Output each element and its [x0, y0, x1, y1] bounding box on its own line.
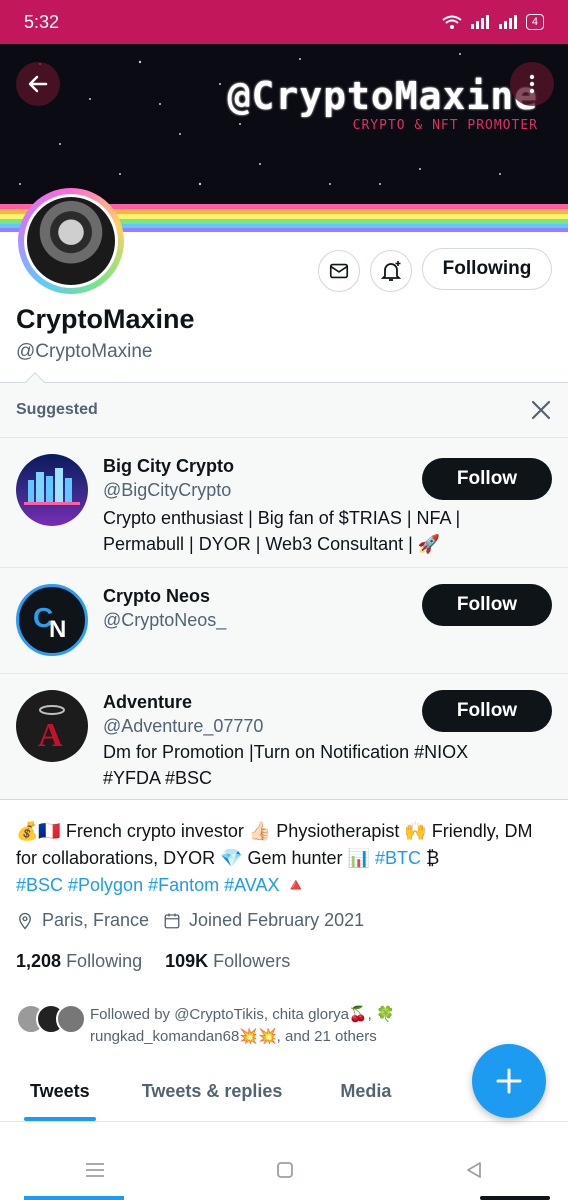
arrow-left-icon [28, 75, 48, 93]
svg-text:N: N [49, 616, 66, 643]
cn-logo-icon: CN [33, 602, 66, 643]
more-options-button[interactable] [510, 62, 554, 106]
profile-bio: 💰🇫🇷 French crypto investor 👍🏻 Physiother… [16, 818, 556, 899]
status-icons: 4 [442, 14, 544, 30]
profile-name: CryptoMaxine [16, 304, 195, 334]
tab-tweets-replies[interactable]: Tweets & replies [120, 1062, 313, 1121]
user-avatar[interactable] [16, 454, 88, 526]
message-button[interactable] [318, 250, 360, 292]
following-count: 1,208 [16, 951, 62, 971]
close-icon[interactable] [530, 399, 552, 421]
gesture-indicator [480, 1196, 550, 1200]
profile-avatar[interactable] [18, 188, 124, 294]
followers-count-link[interactable]: 109K Followers [165, 951, 290, 971]
suggested-panel: Suggested Big City Crypto @BigCityCrypto… [0, 372, 568, 800]
bio-text: 💰🇫🇷 French crypto investor 👍🏻 Physiother… [16, 821, 533, 868]
tab-tweets[interactable]: Tweets [0, 1062, 120, 1121]
following-label: Following [66, 951, 143, 971]
suggested-header: Suggested [0, 383, 568, 438]
follow-button[interactable]: Follow [422, 584, 552, 626]
suggested-user[interactable]: CN Crypto Neos @CryptoNeos_ Follow [0, 568, 568, 674]
mail-icon [329, 263, 349, 279]
user-avatar[interactable]: A [16, 690, 88, 762]
user-name[interactable]: Crypto Neos [103, 586, 210, 607]
suggested-title: Suggested [16, 401, 98, 418]
status-time: 5:32 [24, 11, 60, 32]
bell-plus-icon [380, 261, 402, 281]
more-vertical-icon [529, 74, 535, 94]
signal-icon-2 [498, 15, 517, 29]
bio-emoji: ₿ [420, 848, 440, 868]
user-handle: @CryptoNeos_ [103, 610, 227, 630]
tab-media[interactable]: Media [312, 1062, 405, 1121]
joined-text: Joined February 2021 [189, 910, 365, 930]
suggested-user[interactable]: A Adventure @Adventure_07770 Dm for Prom… [0, 674, 568, 800]
suggested-user[interactable]: Big City Crypto @BigCityCrypto Crypto en… [0, 438, 568, 568]
home-icon[interactable] [275, 1160, 295, 1180]
svg-text:A: A [38, 717, 63, 754]
back-button[interactable] [16, 62, 60, 106]
scroll-indicator [24, 1196, 124, 1200]
followed-by-text: Followed by @CryptoTikis, chita glorya🍒,… [90, 1006, 395, 1045]
wifi-icon [442, 15, 462, 29]
user-name[interactable]: Big City Crypto [103, 456, 234, 477]
hashtag-link[interactable]: #BTC [375, 848, 421, 868]
location-icon [19, 912, 31, 930]
banner-title: @CryptoMaxine [227, 74, 538, 118]
calendar-icon [164, 913, 180, 928]
following-count-link[interactable]: 1,208 Following [16, 951, 142, 971]
profile-handle: @CryptoMaxine [16, 341, 153, 362]
profile-meta: Paris, France Joined February 2021 [16, 910, 364, 931]
user-avatar[interactable]: CN [16, 584, 88, 656]
follow-button[interactable]: Follow [422, 690, 552, 732]
follow-counts: 1,208 Following 109K Followers [16, 951, 290, 972]
plus-icon [496, 1068, 522, 1094]
compose-tweet-button[interactable] [472, 1044, 546, 1118]
user-handle: @BigCityCrypto [103, 480, 232, 500]
battery-icon: 4 [525, 14, 544, 30]
hashtag-links[interactable]: #BSC #Polygon #Fantom #AVAX [16, 875, 279, 895]
followers-label: Followers [213, 951, 291, 971]
follow-button[interactable]: Follow [422, 458, 552, 500]
following-button[interactable]: Following [422, 248, 552, 290]
angels-logo-icon: A [38, 705, 65, 754]
status-bar: 5:32 4 [0, 0, 568, 44]
banner-subtitle: CRYPTO & NFT PROMOTER [352, 118, 538, 133]
back-nav-icon[interactable] [464, 1160, 484, 1180]
followed-by-avatars [16, 1004, 88, 1048]
user-bio: Crypto enthusiast | Big fan of $TRIAS | … [103, 508, 461, 554]
notifications-button[interactable] [370, 250, 412, 292]
system-nav-bar [0, 1140, 568, 1200]
avatar-photo [27, 197, 115, 285]
signal-icon [470, 15, 489, 29]
city-logo-icon [24, 468, 80, 505]
followed-by[interactable]: Followed by @CryptoTikis, chita glorya🍒,… [16, 1004, 490, 1048]
bio-emoji: 🔺 [279, 875, 307, 895]
followers-count: 109K [165, 951, 209, 971]
menu-icon[interactable] [84, 1161, 106, 1179]
user-handle: @Adventure_07770 [103, 716, 264, 736]
user-bio: Dm for Promotion |Turn on Notification #… [103, 742, 469, 788]
avatar [56, 1004, 86, 1034]
user-name[interactable]: Adventure [103, 692, 192, 713]
location-text: Paris, France [42, 910, 150, 930]
